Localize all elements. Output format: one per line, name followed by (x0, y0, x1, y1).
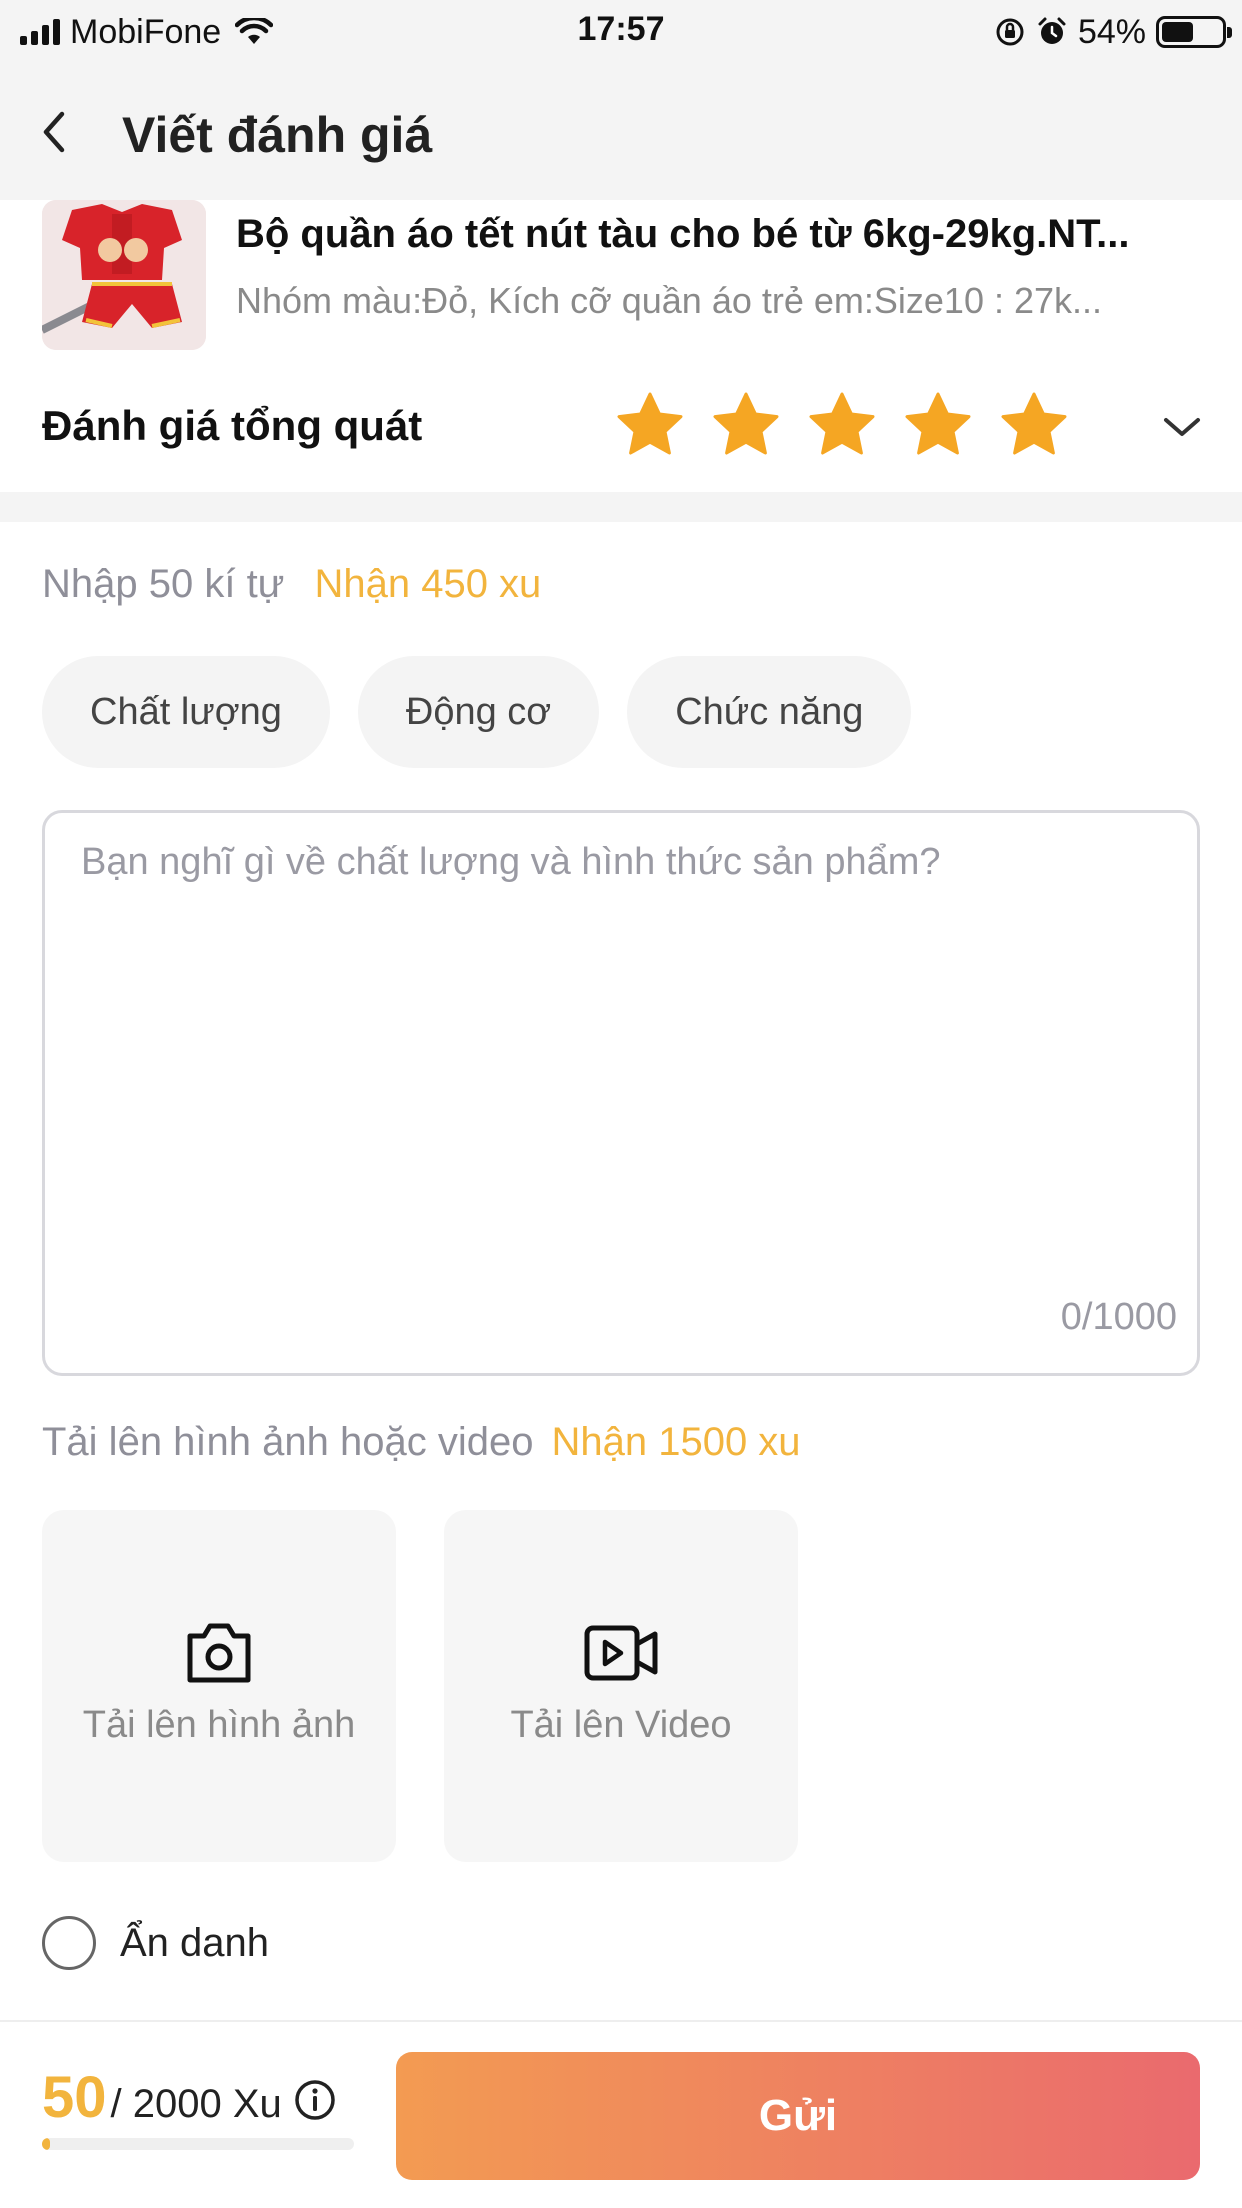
review-hint: Nhập 50 kí tự Nhận 450 xu (42, 562, 541, 607)
page-title: Viết đánh giá (122, 107, 433, 163)
chevron-left-icon (43, 111, 65, 153)
tag-chuc-nang[interactable]: Chức năng (627, 656, 912, 768)
upload-photo-label: Tải lên hình ảnh (82, 1704, 356, 1746)
back-button[interactable] (40, 110, 84, 154)
tag-dong-co[interactable]: Động cơ (357, 656, 600, 768)
tag-chat-luong[interactable]: Chất lượng (42, 656, 330, 768)
alarm-icon (1038, 17, 1066, 44)
character-counter: 0/1000 (1060, 1296, 1177, 1338)
video-camera-icon (584, 1625, 658, 1681)
star-3-icon[interactable] (806, 390, 878, 462)
review-box: 0/1000 (42, 810, 1200, 1376)
status-bar: MobiFone 17:57 54% (0, 0, 1242, 62)
overall-rating-row: Đánh giá tổng quát (0, 372, 1242, 482)
review-reward-text: Nhận 450 xu (314, 562, 542, 606)
review-textarea[interactable] (81, 841, 1161, 1291)
anonymous-option[interactable]: Ẩn danh (42, 1916, 269, 1970)
product-summary: Bộ quần áo tết nút tàu cho bé từ 6kg-29k… (0, 200, 1242, 360)
xu-progress-bar (42, 2138, 354, 2150)
star-2-icon[interactable] (710, 390, 782, 462)
star-1-icon[interactable] (614, 390, 686, 462)
battery-percent: 54% (1077, 12, 1146, 51)
review-hint-text: Nhập 50 kí tự (42, 562, 285, 606)
upload-hint-text: Tải lên hình ảnh hoặc video (42, 1420, 534, 1464)
product-variant: Nhóm màu:Đỏ, Kích cỡ quần áo trẻ em:Size… (236, 280, 1103, 321)
xu-total: / 2000 Xu (110, 2082, 282, 2126)
overall-rating-label: Đánh giá tổng quát (42, 402, 423, 449)
xu-summary: 50 / 2000 Xu (42, 2064, 336, 2131)
battery-level (1162, 22, 1194, 42)
chevron-down-icon[interactable] (1160, 412, 1204, 442)
anonymous-radio[interactable] (42, 1916, 96, 1970)
status-right: 54% (994, 10, 1232, 54)
upload-hint: Tải lên hình ảnh hoặc video Nhận 1500 xu (42, 1420, 801, 1465)
upload-tiles: Tải lên hình ảnh Tải lên Video (42, 1510, 798, 1862)
info-icon[interactable] (294, 2079, 336, 2121)
star-rating[interactable] (614, 390, 1070, 462)
xu-progress-fill (42, 2138, 50, 2150)
star-5-icon[interactable] (998, 390, 1070, 462)
bottom-bar: 50 / 2000 Xu Gửi (0, 2020, 1242, 2208)
star-4-icon[interactable] (902, 390, 974, 462)
camera-icon (187, 1623, 251, 1683)
upload-reward-text: Nhận 1500 xu (551, 1420, 801, 1464)
anonymous-label: Ẩn danh (120, 1920, 270, 1965)
upload-photo-button[interactable]: Tải lên hình ảnh (42, 1510, 396, 1862)
product-thumbnail (42, 200, 206, 350)
nav-header: Viết đánh giá (0, 62, 1242, 200)
orientation-lock-icon (996, 18, 1024, 46)
submit-button[interactable]: Gửi (396, 2052, 1200, 2180)
review-tags: Chất lượng Động cơ Chức năng (42, 656, 912, 768)
upload-video-button[interactable]: Tải lên Video (444, 1510, 798, 1862)
section-divider (0, 492, 1242, 522)
upload-video-label: Tải lên Video (510, 1704, 732, 1746)
battery-icon (1156, 16, 1232, 48)
xu-current: 50 (42, 2065, 107, 2130)
product-title: Bộ quần áo tết nút tàu cho bé từ 6kg-29k… (236, 212, 1130, 256)
